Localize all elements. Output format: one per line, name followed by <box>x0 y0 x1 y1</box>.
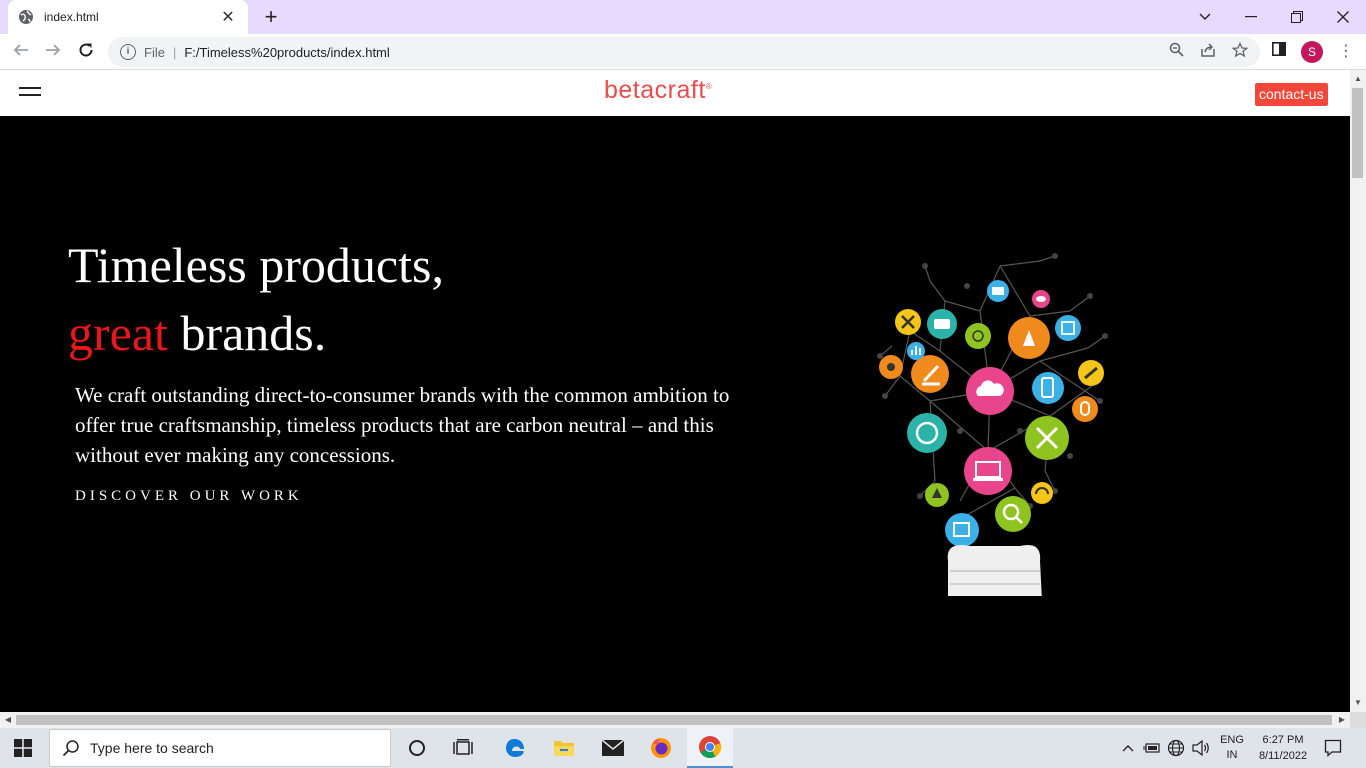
battery-icon[interactable] <box>1141 728 1163 768</box>
zoom-icon[interactable] <box>1167 42 1185 60</box>
language-code: ENG <box>1220 734 1244 746</box>
tab-title: index.html <box>44 10 99 24</box>
tab-search-chevron-icon[interactable] <box>1182 0 1228 34</box>
scroll-down-icon[interactable]: ▼ <box>1350 696 1366 710</box>
search-icon <box>62 740 79 757</box>
logo-beta: beta <box>604 76 655 104</box>
windows-icon[interactable] <box>0 728 46 768</box>
hero-description: We craft outstanding direct-to-consumer … <box>75 383 730 467</box>
volume-icon[interactable] <box>1189 728 1213 768</box>
hero-section: Timeless products, great brands. We craf… <box>0 116 1350 712</box>
horizontal-scroll-thumb[interactable] <box>16 715 1332 725</box>
tab-strip: index.html ✕ + <box>0 0 1366 34</box>
share-icon[interactable] <box>1199 42 1217 60</box>
taskbar: Type here to search ENG IN 6:27 PM 8/11/… <box>0 728 1366 768</box>
back-icon[interactable] <box>9 40 33 64</box>
browser-toolbar: i File | F:/Timeless%20products/index.ht… <box>0 34 1366 70</box>
restore-icon[interactable] <box>1274 0 1320 34</box>
logo-registered-mark: ® <box>705 82 713 91</box>
network-icon[interactable] <box>1165 728 1187 768</box>
info-icon[interactable]: i <box>120 44 136 60</box>
site-header: betacraft® contact-us <box>0 70 1350 116</box>
scroll-up-icon[interactable]: ▲ <box>1350 72 1366 86</box>
hero-title-line1: Timeless products, <box>68 237 444 293</box>
search-placeholder: Type here to search <box>90 740 214 756</box>
hamburger-menu-icon[interactable] <box>19 87 41 97</box>
notification-icon[interactable] <box>1318 728 1348 768</box>
url-scheme: File <box>144 44 165 60</box>
url-text[interactable]: F:/Timeless%20products/index.html <box>184 45 389 60</box>
reload-icon[interactable] <box>74 40 98 64</box>
logo-craft: craft <box>654 76 706 104</box>
taskbar-search[interactable]: Type here to search <box>49 729 391 767</box>
lightbulb-illustration <box>877 253 1108 596</box>
horizontal-scrollbar[interactable]: ◀ ▶ <box>0 712 1350 728</box>
chevron-up-icon[interactable] <box>1117 728 1139 768</box>
scroll-right-icon[interactable]: ▶ <box>1335 712 1349 728</box>
address-bar[interactable]: i File | F:/Timeless%20products/index.ht… <box>108 37 1260 67</box>
clock[interactable]: 6:27 PM 8/11/2022 <box>1250 732 1316 764</box>
sidepanel-icon[interactable] <box>1270 42 1288 60</box>
contact-us-button[interactable]: contact-us <box>1255 83 1328 106</box>
hero-title: Timeless products, great brands. <box>68 231 444 367</box>
url-separator: | <box>172 44 177 60</box>
hero-title-accent: great <box>68 305 168 361</box>
mail-icon[interactable] <box>590 728 636 768</box>
scroll-left-icon[interactable]: ◀ <box>1 712 15 728</box>
scrollbar-corner <box>1350 712 1366 728</box>
menu-icon[interactable]: ⋮ <box>1338 42 1354 62</box>
profile-avatar[interactable]: S <box>1301 41 1323 63</box>
firefox-icon[interactable] <box>638 728 684 768</box>
vertical-scrollbar[interactable]: ▲ ▼ <box>1350 70 1366 712</box>
minimize-icon[interactable] <box>1228 0 1274 34</box>
discover-work-link[interactable]: DISCOVER OUR WORK <box>75 488 303 505</box>
taskview-icon[interactable] <box>440 728 486 768</box>
star-icon[interactable] <box>1231 41 1249 60</box>
close-icon[interactable]: ✕ <box>218 7 238 27</box>
clock-date: 8/11/2022 <box>1258 750 1308 762</box>
page-viewport: betacraft® contact-us Timeless products,… <box>0 70 1350 712</box>
browser-tab[interactable]: index.html ✕ <box>8 0 248 34</box>
globe-icon <box>19 10 33 24</box>
betacraft-logo[interactable]: betacraft® <box>604 76 712 105</box>
edge-icon[interactable] <box>492 728 538 768</box>
language-indicator[interactable]: ENG IN <box>1218 733 1246 763</box>
cortana-icon[interactable] <box>394 728 440 768</box>
language-region: IN <box>1226 749 1238 761</box>
clock-time: 6:27 PM <box>1262 734 1304 746</box>
hero-title-line2: brands. <box>167 305 327 361</box>
chrome-icon[interactable] <box>687 728 733 768</box>
file-explorer-icon[interactable] <box>541 728 587 768</box>
window-close-icon[interactable] <box>1320 0 1366 34</box>
plus-icon[interactable]: + <box>258 4 284 30</box>
forward-icon[interactable] <box>41 40 65 64</box>
vertical-scroll-thumb[interactable] <box>1352 88 1363 178</box>
